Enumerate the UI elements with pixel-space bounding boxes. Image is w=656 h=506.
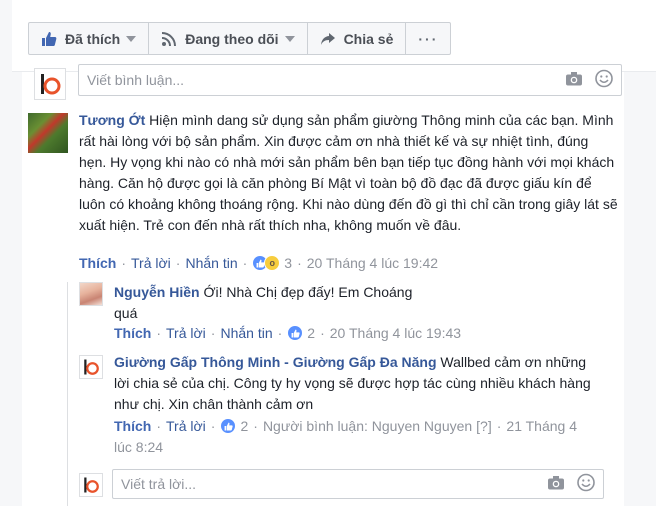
reaction-count[interactable]: 2 [307,325,315,341]
chevron-down-icon[interactable] [126,35,137,42]
reply-reply-link[interactable]: Trả lời [166,418,206,434]
comment-main: Tương Ớt Hiện mình dang sử dụng sản phẩm… [79,110,619,236]
comment-actions: Thích · Trả lời · Nhắn tin · o 3 · 20 Th… [79,255,439,271]
reply-input[interactable]: Viết trả lời... [112,469,604,499]
reply-like-link[interactable]: Thích [114,325,151,341]
camera-icon[interactable] [547,475,565,494]
brand-logo-icon [84,477,99,493]
like-reaction-icon [287,325,304,341]
reactions-summary[interactable] [220,418,237,434]
like-reaction-icon [220,418,237,434]
help-icon[interactable]: [?] [476,418,492,434]
reply-body: Nguyễn Hiền Ới! Nhà Chị đẹp đấy! Em Choá… [114,282,414,324]
reply-placeholder: Viết trả lời... [121,476,197,492]
brand-logo-icon [84,359,99,375]
follow-button[interactable]: Đang theo dõi [149,23,308,54]
follow-label: Đang theo dõi [185,30,279,47]
reply-thread-line [67,282,68,506]
comment-timestamp[interactable]: 20 Tháng 4 lúc 19:42 [307,255,438,271]
brand-logo-icon [41,74,61,95]
commenter-attribution[interactable]: Người bình luận: Nguyen Nguyen [263,418,472,434]
reply-2: Giường Gấp Thông Minh - Giường Gấp Đa Nă… [114,352,598,415]
comment-placeholder: Viết bình luận... [87,72,185,88]
like-button[interactable]: Đã thích [29,23,150,54]
reply-actions: Thích · Trả lời · 2 · Người bình luận: N… [114,418,578,434]
comment-like-link[interactable]: Thích [79,255,116,271]
more-options-button[interactable]: ··· [406,23,450,54]
comment-message-link[interactable]: Nhắn tin [185,255,237,271]
post-action-bar: Đã thích Đang theo dõi Chia sẻ ··· [12,0,656,72]
reaction-count[interactable]: 3 [284,255,292,271]
page-avatar [34,68,66,100]
reply-avatar[interactable] [79,282,103,306]
thumbs-up-icon [41,31,57,47]
reactions-summary[interactable] [287,325,304,341]
emoji-icon[interactable] [577,473,595,495]
reply-1: Nguyễn Hiền Ới! Nhà Chị đẹp đấy! Em Choá… [114,282,414,324]
share-arrow-icon [320,31,336,47]
comment-input[interactable]: Viết bình luận... [78,64,622,96]
like-label: Đã thích [65,30,121,47]
share-label: Chia sẻ [343,30,394,47]
emoji-icon[interactable] [595,69,613,91]
reply-timestamp-line2[interactable]: lúc 8:24 [114,439,163,455]
reaction-count[interactable]: 2 [240,418,248,434]
rss-icon [161,31,177,47]
page-avatar [79,473,103,497]
camera-icon[interactable] [565,71,583,90]
reactions-summary[interactable]: o [252,255,281,271]
comment-body: Tương Ớt Hiện mình dang sử dụng sản phẩm… [79,110,619,236]
wow-reaction-icon: o [264,255,281,271]
comment-text: Hiện mình dang sử dụng sản phẩm giường T… [79,112,618,233]
reply-author[interactable]: Nguyễn Hiền [114,284,200,300]
share-button[interactable]: Chia sẻ [308,23,407,54]
commenter-avatar[interactable] [28,113,68,153]
reply-message-link[interactable]: Nhắn tin [220,325,272,341]
reply-actions: Thích · Trả lời · Nhắn tin · 2 · 20 Thán… [114,325,462,341]
reply-timestamp[interactable]: 21 Tháng 4 [506,418,577,434]
action-button-group: Đã thích Đang theo dõi Chia sẻ ··· [28,22,452,55]
reply-like-link[interactable]: Thích [114,418,151,434]
more-dots-icon: ··· [418,30,439,47]
reply-timestamp-cont: lúc 8:24 [114,439,163,455]
reply-reply-link[interactable]: Trả lời [166,325,206,341]
reply-body: Giường Gấp Thông Minh - Giường Gấp Đa Nă… [114,352,598,415]
comment-reply-link[interactable]: Trả lời [131,255,171,271]
comment-author[interactable]: Tương Ớt [79,112,145,128]
chevron-down-icon[interactable] [284,35,295,42]
reply-timestamp[interactable]: 20 Tháng 4 lúc 19:43 [330,325,461,341]
page-reply-avatar[interactable] [79,355,103,379]
reply-author[interactable]: Giường Gấp Thông Minh - Giường Gấp Đa Nă… [114,354,437,370]
